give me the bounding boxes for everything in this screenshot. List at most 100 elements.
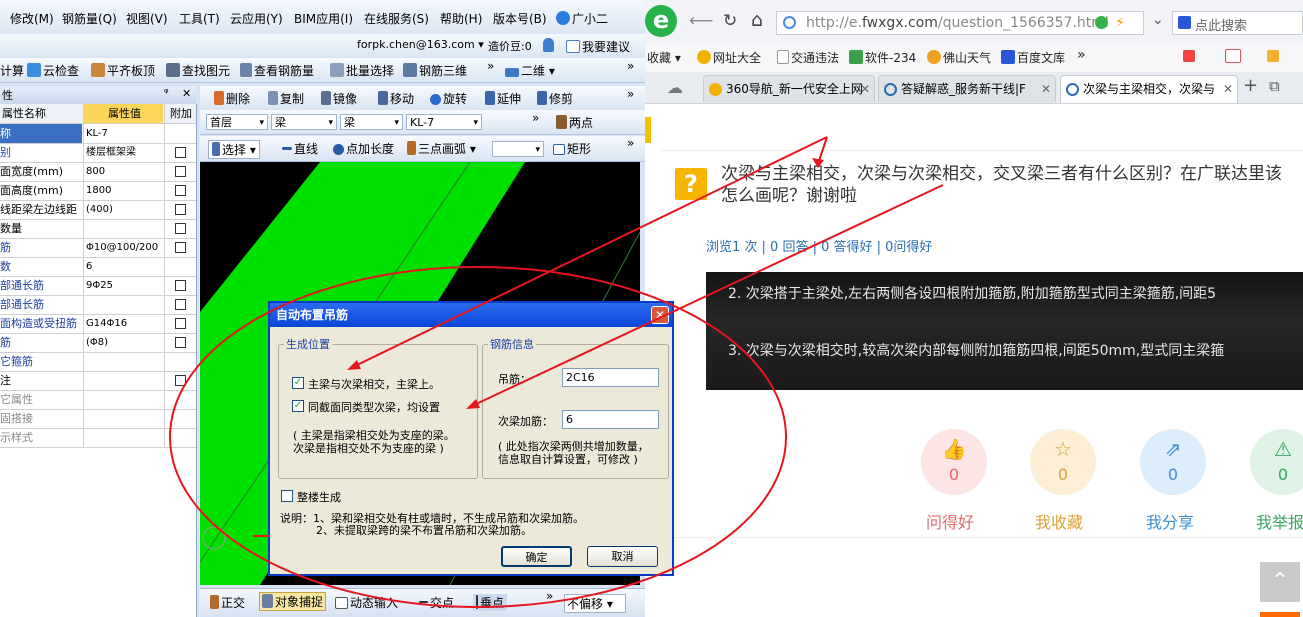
tab-360-nav[interactable]: 360导航_新一代安全上网 ✕ bbox=[703, 75, 875, 102]
property-value[interactable]: KL-7 bbox=[83, 124, 163, 143]
ortho-toggle[interactable]: 正交 bbox=[210, 594, 245, 611]
main-secondary-checkbox[interactable]: ✓ bbox=[292, 377, 304, 389]
same-section-checkbox[interactable]: ✓ bbox=[292, 400, 304, 412]
action-label[interactable]: 问得好 bbox=[926, 509, 974, 533]
move-button[interactable]: 移动 bbox=[378, 90, 414, 107]
view-2d-dropdown[interactable]: 二维 ▾ bbox=[505, 62, 555, 79]
trim-button[interactable]: 修剪 bbox=[537, 90, 573, 107]
menu-version[interactable]: 版本号(B) bbox=[493, 10, 547, 27]
tab-fwxgx[interactable]: 答疑解惑_服务新干线|F ✕ bbox=[878, 75, 1056, 102]
property-extra-checkbox[interactable] bbox=[175, 280, 186, 291]
tab-question[interactable]: 次梁与主梁相交，次梁与 ✕ bbox=[1060, 75, 1238, 103]
find-element-button[interactable]: 查找图元 bbox=[166, 62, 230, 79]
toolbar2-more[interactable]: » bbox=[627, 87, 634, 101]
hanger-input[interactable]: 2C16 bbox=[562, 368, 659, 387]
calc-button[interactable]: 计算 bbox=[0, 62, 24, 79]
property-extra-checkbox[interactable] bbox=[175, 242, 186, 253]
line-button[interactable]: 直线 bbox=[282, 140, 318, 157]
reload-button[interactable]: ↻ bbox=[723, 11, 737, 31]
apps-icon[interactable] bbox=[1183, 49, 1197, 63]
property-row[interactable]: 固搭接 bbox=[0, 409, 196, 429]
action-label[interactable]: 我分享 bbox=[1146, 509, 1194, 533]
batch-select-button[interactable]: 批量选择 bbox=[330, 62, 394, 79]
property-row[interactable]: 筋 (Φ8) bbox=[0, 333, 196, 353]
property-row[interactable]: 数量 bbox=[0, 219, 196, 239]
property-value[interactable]: 1800 bbox=[83, 181, 163, 200]
dialog-close-button[interactable]: ✕ bbox=[651, 306, 669, 324]
pin-icon[interactable]: ᵠ bbox=[164, 86, 169, 99]
stirrup-input[interactable]: 6 bbox=[562, 410, 659, 429]
menu-help[interactable]: 帮助(H) bbox=[440, 10, 482, 27]
align-slab-top-button[interactable]: 平齐板顶 bbox=[91, 62, 155, 79]
menu-rebar-qty[interactable]: 钢筋量(Q) bbox=[62, 10, 117, 27]
property-row[interactable]: 别 楼层框架梁 bbox=[0, 143, 196, 163]
menu-cloud[interactable]: 云应用(Y) bbox=[230, 10, 283, 27]
menu-bim[interactable]: BIM应用(I) bbox=[294, 10, 353, 27]
bookmark-software[interactable]: 软件-234 bbox=[849, 49, 916, 66]
menu-guangxiaoer[interactable]: 广小二 bbox=[556, 10, 608, 27]
property-row[interactable]: 面构造或受扭筋 G14Φ16 bbox=[0, 314, 196, 334]
property-extra-checkbox[interactable] bbox=[175, 318, 186, 329]
view-rebar-qty-button[interactable]: 查看钢筋量 bbox=[240, 62, 314, 79]
two-point-button[interactable]: 两点 bbox=[556, 114, 593, 131]
account-email[interactable]: forpk.chen@163.com ▾ bbox=[357, 38, 484, 51]
menu-tools[interactable]: 工具(T) bbox=[179, 10, 220, 27]
copy-button[interactable]: 复制 bbox=[268, 90, 304, 107]
dynamic-input-toggle[interactable]: 动态输入 bbox=[335, 594, 398, 611]
floor-dropdown[interactable]: 首层 ▾ bbox=[206, 114, 268, 130]
property-row[interactable]: 示样式 bbox=[0, 428, 196, 448]
cloud-tab-icon[interactable]: ☁ bbox=[667, 78, 683, 97]
property-value[interactable] bbox=[83, 428, 163, 447]
tab-list-button[interactable]: ⧉ bbox=[1269, 77, 1280, 95]
property-value[interactable]: (400) bbox=[83, 200, 163, 219]
property-row[interactable]: 它属性 bbox=[0, 390, 196, 410]
property-extra-checkbox[interactable] bbox=[175, 299, 186, 310]
property-value[interactable]: 800 bbox=[83, 162, 163, 181]
bookmark-traffic[interactable]: 交通违法 bbox=[777, 49, 839, 66]
home-button[interactable]: ⌂ bbox=[751, 9, 763, 31]
bookmark-nav[interactable]: 网址大全 bbox=[697, 49, 761, 66]
property-value[interactable]: 楼层框架梁 bbox=[83, 143, 163, 162]
action-label[interactable]: 我收藏 bbox=[1035, 509, 1083, 533]
select-button[interactable]: 选择 ▾ bbox=[208, 140, 260, 159]
whole-building-checkbox[interactable] bbox=[281, 490, 293, 502]
property-value[interactable] bbox=[83, 352, 163, 371]
property-extra-checkbox[interactable] bbox=[175, 337, 186, 348]
perpendicular-toggle[interactable]: 垂点 bbox=[473, 594, 508, 611]
property-value[interactable]: 9Φ25 bbox=[83, 276, 163, 295]
menu-modify[interactable]: 修改(M) bbox=[10, 10, 54, 27]
property-extra-checkbox[interactable] bbox=[175, 185, 186, 196]
cloud-check-button[interactable]: 云检查 bbox=[27, 62, 79, 79]
action-1-button[interactable]: ☆ 0 bbox=[1030, 429, 1096, 495]
property-row[interactable]: 筋 Φ10@100/200 bbox=[0, 238, 196, 258]
property-extra-checkbox[interactable] bbox=[175, 147, 186, 158]
snap-toggle[interactable]: 对象捕捉 bbox=[259, 592, 327, 611]
property-row[interactable]: 它箍筋 bbox=[0, 352, 196, 372]
bell-icon[interactable] bbox=[543, 38, 556, 53]
adblock-icon[interactable] bbox=[1225, 49, 1243, 64]
element-name-dropdown[interactable]: KL-7 ▾ bbox=[406, 114, 482, 130]
property-value[interactable] bbox=[83, 409, 163, 428]
new-tab-button[interactable]: + bbox=[1243, 75, 1258, 96]
subcategory-dropdown[interactable]: 梁 ▾ bbox=[340, 114, 403, 130]
security-icon[interactable] bbox=[1095, 16, 1108, 29]
statusbar-more[interactable]: » bbox=[546, 589, 553, 603]
extend-button[interactable]: 延伸 bbox=[485, 90, 521, 107]
back-button[interactable]: ⟵ bbox=[689, 11, 713, 31]
property-value[interactable]: 6 bbox=[83, 257, 163, 276]
property-value[interactable]: G14Φ16 bbox=[83, 314, 163, 333]
property-extra-checkbox[interactable] bbox=[175, 375, 186, 386]
tab-close-icon[interactable]: ✕ bbox=[1041, 76, 1051, 102]
back-to-top-button[interactable]: ⌃ bbox=[1260, 562, 1300, 602]
cancel-button[interactable]: 取消 bbox=[587, 546, 658, 567]
property-row[interactable]: 数6 bbox=[0, 257, 196, 277]
property-value[interactable] bbox=[83, 371, 163, 390]
address-dropdown[interactable]: ⌄ bbox=[1152, 12, 1164, 28]
search-box[interactable]: 点此搜索 bbox=[1172, 11, 1303, 35]
favorites-button[interactable]: 收藏 ▾ bbox=[647, 49, 681, 66]
suggest-button[interactable]: 我要建议 bbox=[566, 38, 630, 55]
property-extra-checkbox[interactable] bbox=[175, 166, 186, 177]
toolbar1-more-right[interactable]: » bbox=[627, 59, 634, 73]
property-value[interactable]: (Φ8) bbox=[83, 333, 163, 352]
menu-view[interactable]: 视图(V) bbox=[126, 10, 168, 27]
